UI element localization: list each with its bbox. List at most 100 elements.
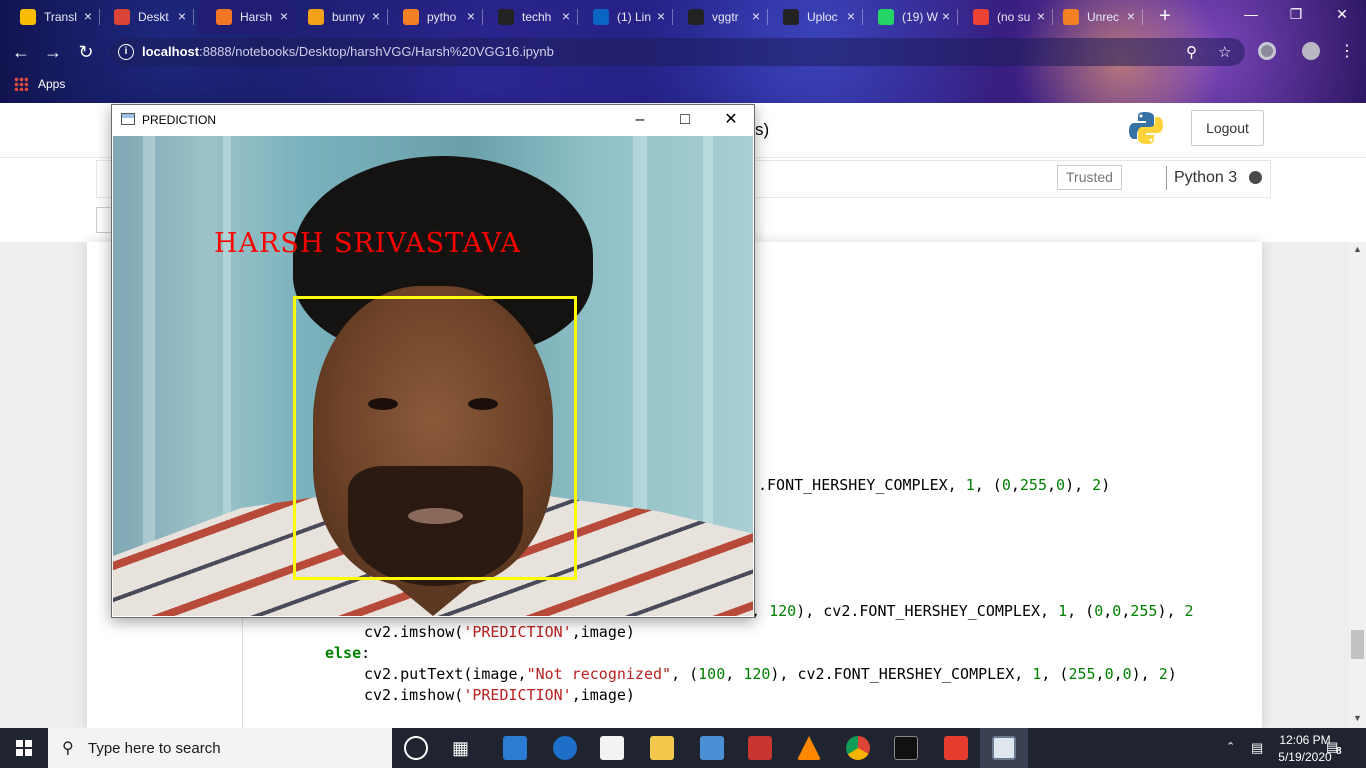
trusted-indicator[interactable]: Trusted <box>1057 165 1122 190</box>
browser-tab[interactable]: bunny × <box>290 0 388 34</box>
maximize-icon[interactable]: □ <box>670 109 700 131</box>
apps-grid-icon[interactable] <box>14 77 28 91</box>
terminal-icon[interactable] <box>894 736 918 760</box>
tab-close-icon[interactable]: × <box>372 8 380 24</box>
browser-tab[interactable]: pytho × <box>385 0 483 34</box>
forward-icon[interactable]: → <box>42 41 64 63</box>
tab-label: Transl <box>44 10 77 24</box>
prediction-window-taskbar-icon[interactable] <box>992 736 1016 760</box>
logout-button[interactable]: Logout <box>1191 110 1264 146</box>
code-line-imshow-1[interactable]: cv2.imshow('PREDICTION',image) <box>364 623 635 641</box>
browser-tab[interactable]: Unrec × <box>1045 0 1143 34</box>
chrome-taskbar-icon[interactable] <box>846 736 870 760</box>
tab-close-icon[interactable]: × <box>562 8 570 24</box>
scroll-up-icon[interactable]: ▲ <box>1349 244 1366 258</box>
taskbar-search[interactable]: ⚲ Type here to search <box>48 728 392 768</box>
tab-label: vggtr <box>712 10 739 24</box>
kernel-separator <box>1166 166 1167 190</box>
code-line-else[interactable]: else: <box>325 644 370 662</box>
windows-taskbar: ⚲ Type here to search ▦ ⌃ ▤ 12:06 PM 5/1… <box>0 728 1366 768</box>
tab-close-icon[interactable]: × <box>752 8 760 24</box>
tab-close-icon[interactable]: × <box>847 8 855 24</box>
close-browser-button[interactable]: ✕ <box>1327 6 1357 23</box>
extension-icon[interactable] <box>1258 42 1276 60</box>
browser-tab[interactable]: Deskt × <box>96 0 194 34</box>
pdf-app-icon[interactable] <box>748 736 772 760</box>
code-line-imshow-2[interactable]: cv2.imshow('PREDICTION',image) <box>364 686 635 704</box>
bookmark-star-icon[interactable]: ☆ <box>1218 43 1231 61</box>
cortana-icon[interactable] <box>404 736 428 760</box>
file-explorer-icon[interactable] <box>650 736 674 760</box>
chrome-icon <box>114 9 130 25</box>
bookmarks-bar: Apps <box>0 72 1366 98</box>
tab-label: Deskt <box>138 10 169 24</box>
new-tab-button[interactable]: + <box>1154 5 1176 27</box>
start-button[interactable] <box>0 728 48 768</box>
browser-tab[interactable]: vggtr × <box>670 0 768 34</box>
stackoverflow-icon <box>1063 9 1079 25</box>
tab-close-icon[interactable]: × <box>280 8 288 24</box>
network-icon[interactable]: ▤ <box>1251 740 1263 756</box>
tab-close-icon[interactable]: × <box>467 8 475 24</box>
apps-bookmark[interactable]: Apps <box>38 77 65 91</box>
scrollbar-thumb[interactable] <box>1351 630 1364 659</box>
browser-tab[interactable]: (19) W × <box>860 0 958 34</box>
tab-close-icon[interactable]: × <box>1037 8 1045 24</box>
tab-label: Uploc <box>807 10 838 24</box>
tab-label: (no su <box>997 10 1031 24</box>
notebook-title-fragment[interactable]: s) <box>755 120 769 140</box>
url-text[interactable]: localhost:8888/notebooks/Desktop/harshVG… <box>142 44 554 59</box>
window-app-icon <box>121 113 135 125</box>
network-app-icon[interactable] <box>700 736 724 760</box>
reload-icon[interactable]: ↻ <box>75 41 97 63</box>
browser-tab[interactable]: (no su × <box>955 0 1053 34</box>
github-icon <box>498 9 514 25</box>
address-bar[interactable]: i localhost:8888/notebooks/Desktop/harsh… <box>110 38 1245 66</box>
tab-close-icon[interactable]: × <box>942 8 950 24</box>
browser-tab[interactable]: (1) Lin × <box>575 0 673 34</box>
notification-count: 8 <box>1336 746 1342 757</box>
browser-chrome: Transl × Deskt × Harsh × bunny × pytho × techh × (1)… <box>0 0 1366 103</box>
tab-close-icon[interactable]: × <box>1127 8 1135 24</box>
profile-avatar-icon[interactable] <box>1302 42 1320 60</box>
tab-close-icon[interactable]: × <box>657 8 665 24</box>
task-view-icon[interactable]: ▦ <box>452 738 469 759</box>
code-line-puttext-red[interactable]: 0, 120), cv2.FONT_HERSHEY_COMPLEX, 1, (0… <box>742 602 1194 620</box>
scroll-down-icon[interactable]: ▼ <box>1349 713 1366 727</box>
close-icon[interactable]: ✕ <box>716 109 746 131</box>
browser-tab[interactable]: techh × <box>480 0 578 34</box>
store-icon[interactable] <box>600 736 624 760</box>
github-icon <box>783 9 799 25</box>
tab-close-icon[interactable]: × <box>84 8 92 24</box>
prediction-titlebar[interactable]: PREDICTION – □ ✕ <box>112 105 754 136</box>
minimize-icon[interactable]: – <box>625 109 655 131</box>
tab-label: techh <box>522 10 552 24</box>
browser-toolbar: ← → ↻ i localhost:8888/notebooks/Desktop… <box>0 34 1366 70</box>
browser-tab[interactable]: Transl × <box>2 0 100 34</box>
back-icon[interactable]: ← <box>10 41 32 63</box>
tray-chevron-icon[interactable]: ⌃ <box>1226 740 1235 753</box>
restore-browser-button[interactable]: ❐ <box>1281 6 1311 23</box>
tab-separator <box>193 9 194 25</box>
tab-label: Harsh <box>240 10 273 24</box>
windows-logo-icon <box>16 740 32 756</box>
code-line-puttext-green[interactable]: .FONT_HERSHEY_COMPLEX, 1, (0,255,0), 2) <box>758 476 1110 494</box>
browser-tab[interactable]: Uploc × <box>765 0 863 34</box>
mail-icon[interactable] <box>503 736 527 760</box>
document-icon <box>308 9 324 25</box>
minimize-browser-button[interactable]: — <box>1236 6 1266 22</box>
tab-label: (1) Lin <box>617 10 652 24</box>
webcam-frame: HARSH SRIVASTAVA <box>113 136 753 616</box>
code-line-puttext-notrecognized[interactable]: cv2.putText(image,"Not recognized", (100… <box>364 665 1177 683</box>
site-info-icon[interactable]: i <box>118 44 134 60</box>
browser-tab[interactable]: Harsh × <box>198 0 296 34</box>
anydesk-icon[interactable] <box>944 736 968 760</box>
search-icon: ⚲ <box>62 740 74 757</box>
edge-icon[interactable] <box>553 736 577 760</box>
gmail-icon <box>973 9 989 25</box>
zoom-icon[interactable]: ⚲ <box>1186 43 1197 61</box>
vlc-icon[interactable] <box>797 736 821 760</box>
kernel-name[interactable]: Python 3 <box>1174 169 1237 187</box>
tab-close-icon[interactable]: × <box>178 8 186 24</box>
menu-kebab-icon[interactable]: ⋮ <box>1336 41 1358 63</box>
